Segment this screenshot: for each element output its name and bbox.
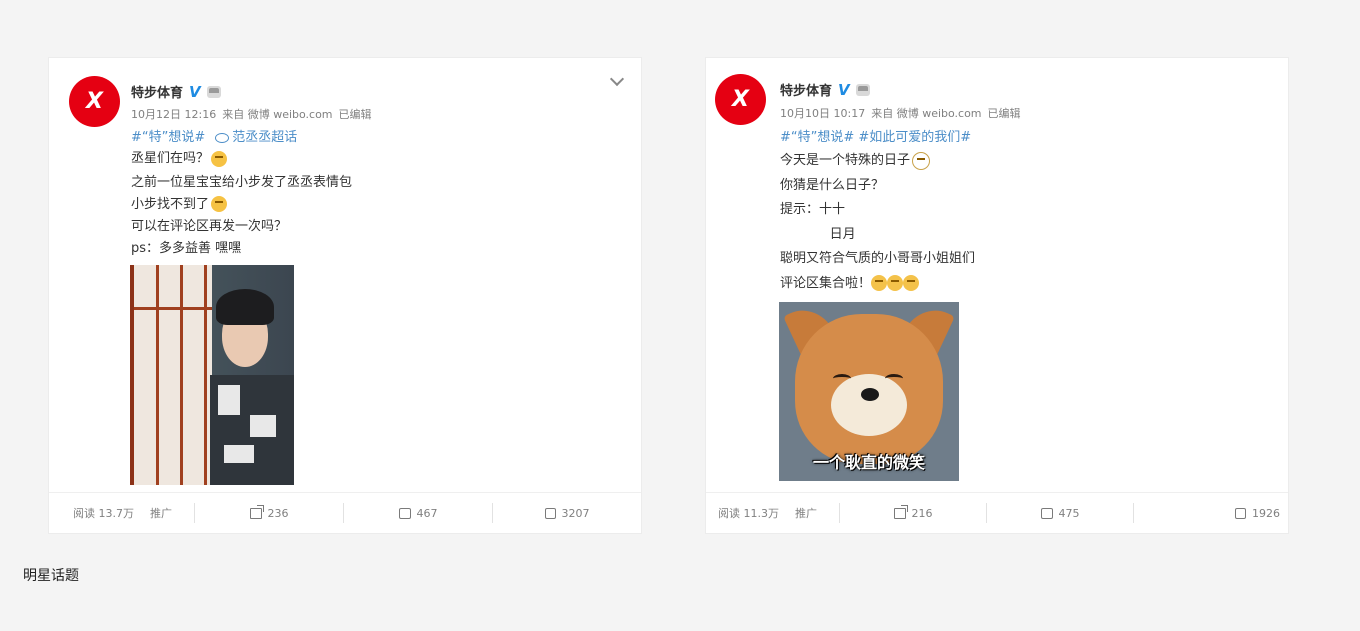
super-topic-icon	[215, 132, 230, 143]
comment-button[interactable]: 475	[987, 503, 1134, 523]
share-button[interactable]: 236	[195, 503, 344, 523]
edited-label[interactable]: 已编辑	[988, 107, 1021, 120]
post-image-celebrity[interactable]	[130, 265, 294, 485]
sad-emoji-icon	[211, 196, 228, 212]
chevron-down-icon[interactable]	[611, 74, 623, 86]
post-meta: 10月12日 12:16 来自 微博 weibo.com 已编辑	[131, 106, 378, 122]
promote-button[interactable]: 推广	[795, 505, 817, 521]
post-line: 小步找不到了	[131, 196, 210, 212]
post-line: 聪明又符合气质的小哥哥小姐姐们	[780, 251, 976, 266]
crying-emoji-icon	[871, 275, 888, 291]
xtep-logo-icon: X	[86, 88, 103, 114]
like-button[interactable]: 1926	[1134, 503, 1288, 523]
brand-avatar[interactable]: X	[715, 74, 766, 125]
share-icon	[893, 504, 908, 519]
share-icon	[249, 504, 264, 519]
verified-icon: V	[838, 80, 850, 99]
post-image-shiba[interactable]: 一个耿直的微笑	[779, 302, 959, 481]
like-button[interactable]: 3207	[493, 503, 641, 523]
comment-icon	[1040, 507, 1053, 519]
post-line: 日月	[780, 226, 856, 242]
comment-count: 467	[416, 506, 438, 520]
post-line: 评论区集合啦！	[780, 275, 872, 291]
post-stats-bar: 阅读 11.3万 推广 216 475 1926	[706, 492, 1288, 533]
post-meta: 10月10日 10:17 来自 微博 weibo.com 已编辑	[780, 105, 1027, 121]
super-topic-link[interactable]: 范丞丞超话	[215, 126, 297, 145]
weibo-post-card-1: X 特步体育 V 10月12日 12:16 来自 微博 weibo.com 已编辑 …	[48, 57, 642, 534]
like-count: 1926	[1252, 506, 1280, 520]
post-line: 提示：十十	[780, 202, 846, 217]
super-topic-label: 范丞丞超话	[232, 130, 298, 145]
comment-count: 475	[1058, 506, 1080, 520]
post-line: 你猜是什么日子？	[780, 177, 885, 193]
like-count: 3207	[561, 506, 590, 520]
read-count: 阅读 11.3万	[718, 507, 779, 520]
post-line: 可以在评论区再发一次吗？	[131, 218, 288, 234]
brand-avatar[interactable]: X	[69, 76, 120, 127]
section-label: 明星话题	[23, 568, 79, 584]
post-line: ps：多多益善 嘿嘿	[131, 240, 242, 256]
post-line: 之前一位星宝宝给小步发了丞丞表情包	[131, 174, 353, 190]
post-line: 今天是一个特殊的日子	[780, 153, 911, 168]
comment-icon	[398, 507, 411, 519]
member-crown-icon	[206, 85, 221, 98]
post-body: 丞星们在吗？ 之前一位星宝宝给小步发了丞丞表情包 小步找不到了 可以在评论区再发…	[131, 147, 352, 260]
member-crown-icon	[855, 83, 870, 96]
post-line: 丞星们在吗？	[131, 151, 210, 166]
topic-link[interactable]: #“特”想说#	[131, 126, 205, 145]
post-source: 来自 微博 weibo.com	[871, 107, 982, 120]
share-button[interactable]: 216	[840, 503, 987, 523]
glasses-emoji-icon	[912, 151, 931, 170]
share-count: 216	[911, 506, 933, 520]
edited-label[interactable]: 已编辑	[339, 108, 372, 121]
account-name[interactable]: 特步体育	[780, 80, 832, 99]
post-body: 今天是一个特殊的日子 你猜是什么日子？ 提示：十十 日月 聪明又符合气质的小哥哥…	[780, 149, 975, 296]
crying-emoji-icon	[903, 275, 920, 291]
crying-emoji-icon	[887, 275, 904, 291]
image-caption: 一个耿直的微笑	[812, 453, 925, 472]
xtep-logo-icon: X	[732, 86, 749, 112]
topic-links[interactable]: #“特”想说# #如此可爱的我们#	[780, 126, 971, 145]
post-time[interactable]: 10月10日 10:17	[780, 107, 865, 120]
surprised-emoji-icon	[211, 150, 228, 167]
thumbs-up-icon	[544, 507, 556, 519]
weibo-post-card-2: X 特步体育 V 10月10日 10:17 来自 微博 weibo.com 已编辑 …	[705, 57, 1289, 534]
verified-icon: V	[189, 82, 201, 101]
read-count: 阅读 13.7万	[73, 507, 134, 520]
account-name[interactable]: 特步体育	[131, 82, 183, 101]
comment-button[interactable]: 467	[344, 503, 493, 523]
post-source: 来自 微博 weibo.com	[222, 108, 333, 121]
promote-button[interactable]: 推广	[150, 505, 172, 521]
thumbs-up-icon	[1235, 507, 1246, 519]
share-count: 236	[267, 506, 289, 520]
post-stats-bar: 阅读 13.7万 推广 236 467 3207	[49, 492, 641, 533]
post-time[interactable]: 10月12日 12:16	[131, 108, 216, 121]
